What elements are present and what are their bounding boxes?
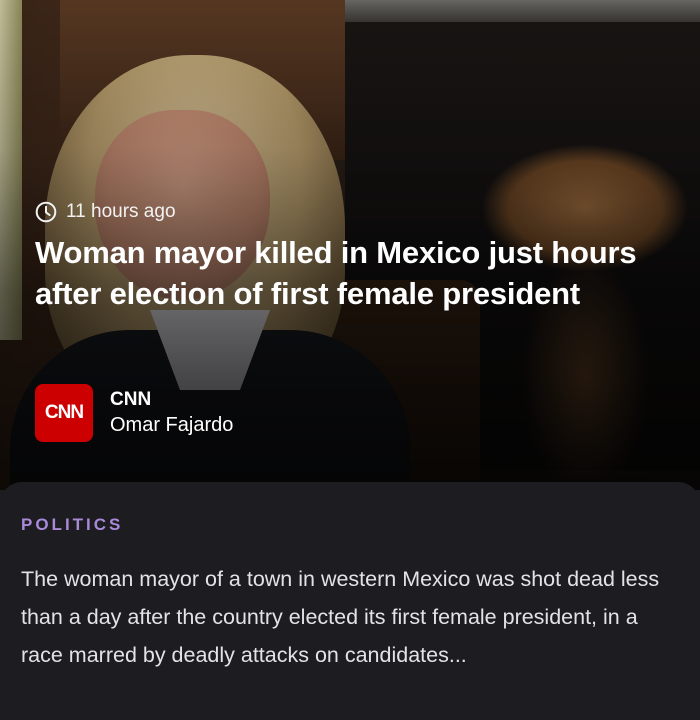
article-headline[interactable]: Woman mayor killed in Mexico just hours …	[35, 232, 665, 314]
source-name: CNN	[110, 389, 152, 410]
article-summary: The woman mayor of a town in western Mex…	[21, 567, 660, 667]
source-meta: CNN Omar Fajardo	[110, 389, 233, 437]
article-source[interactable]: CNN CNN Omar Fajardo	[35, 384, 233, 442]
category-label[interactable]: POLITICS	[21, 515, 123, 535]
article-timestamp: 11 hours ago	[35, 199, 176, 225]
clock-icon	[35, 201, 57, 223]
source-logo: CNN	[35, 384, 93, 442]
news-article-card[interactable]: 11 hours ago Woman mayor killed in Mexic…	[0, 0, 700, 720]
article-author: Omar Fajardo	[110, 414, 234, 436]
timestamp-text: 11 hours ago	[66, 201, 176, 222]
